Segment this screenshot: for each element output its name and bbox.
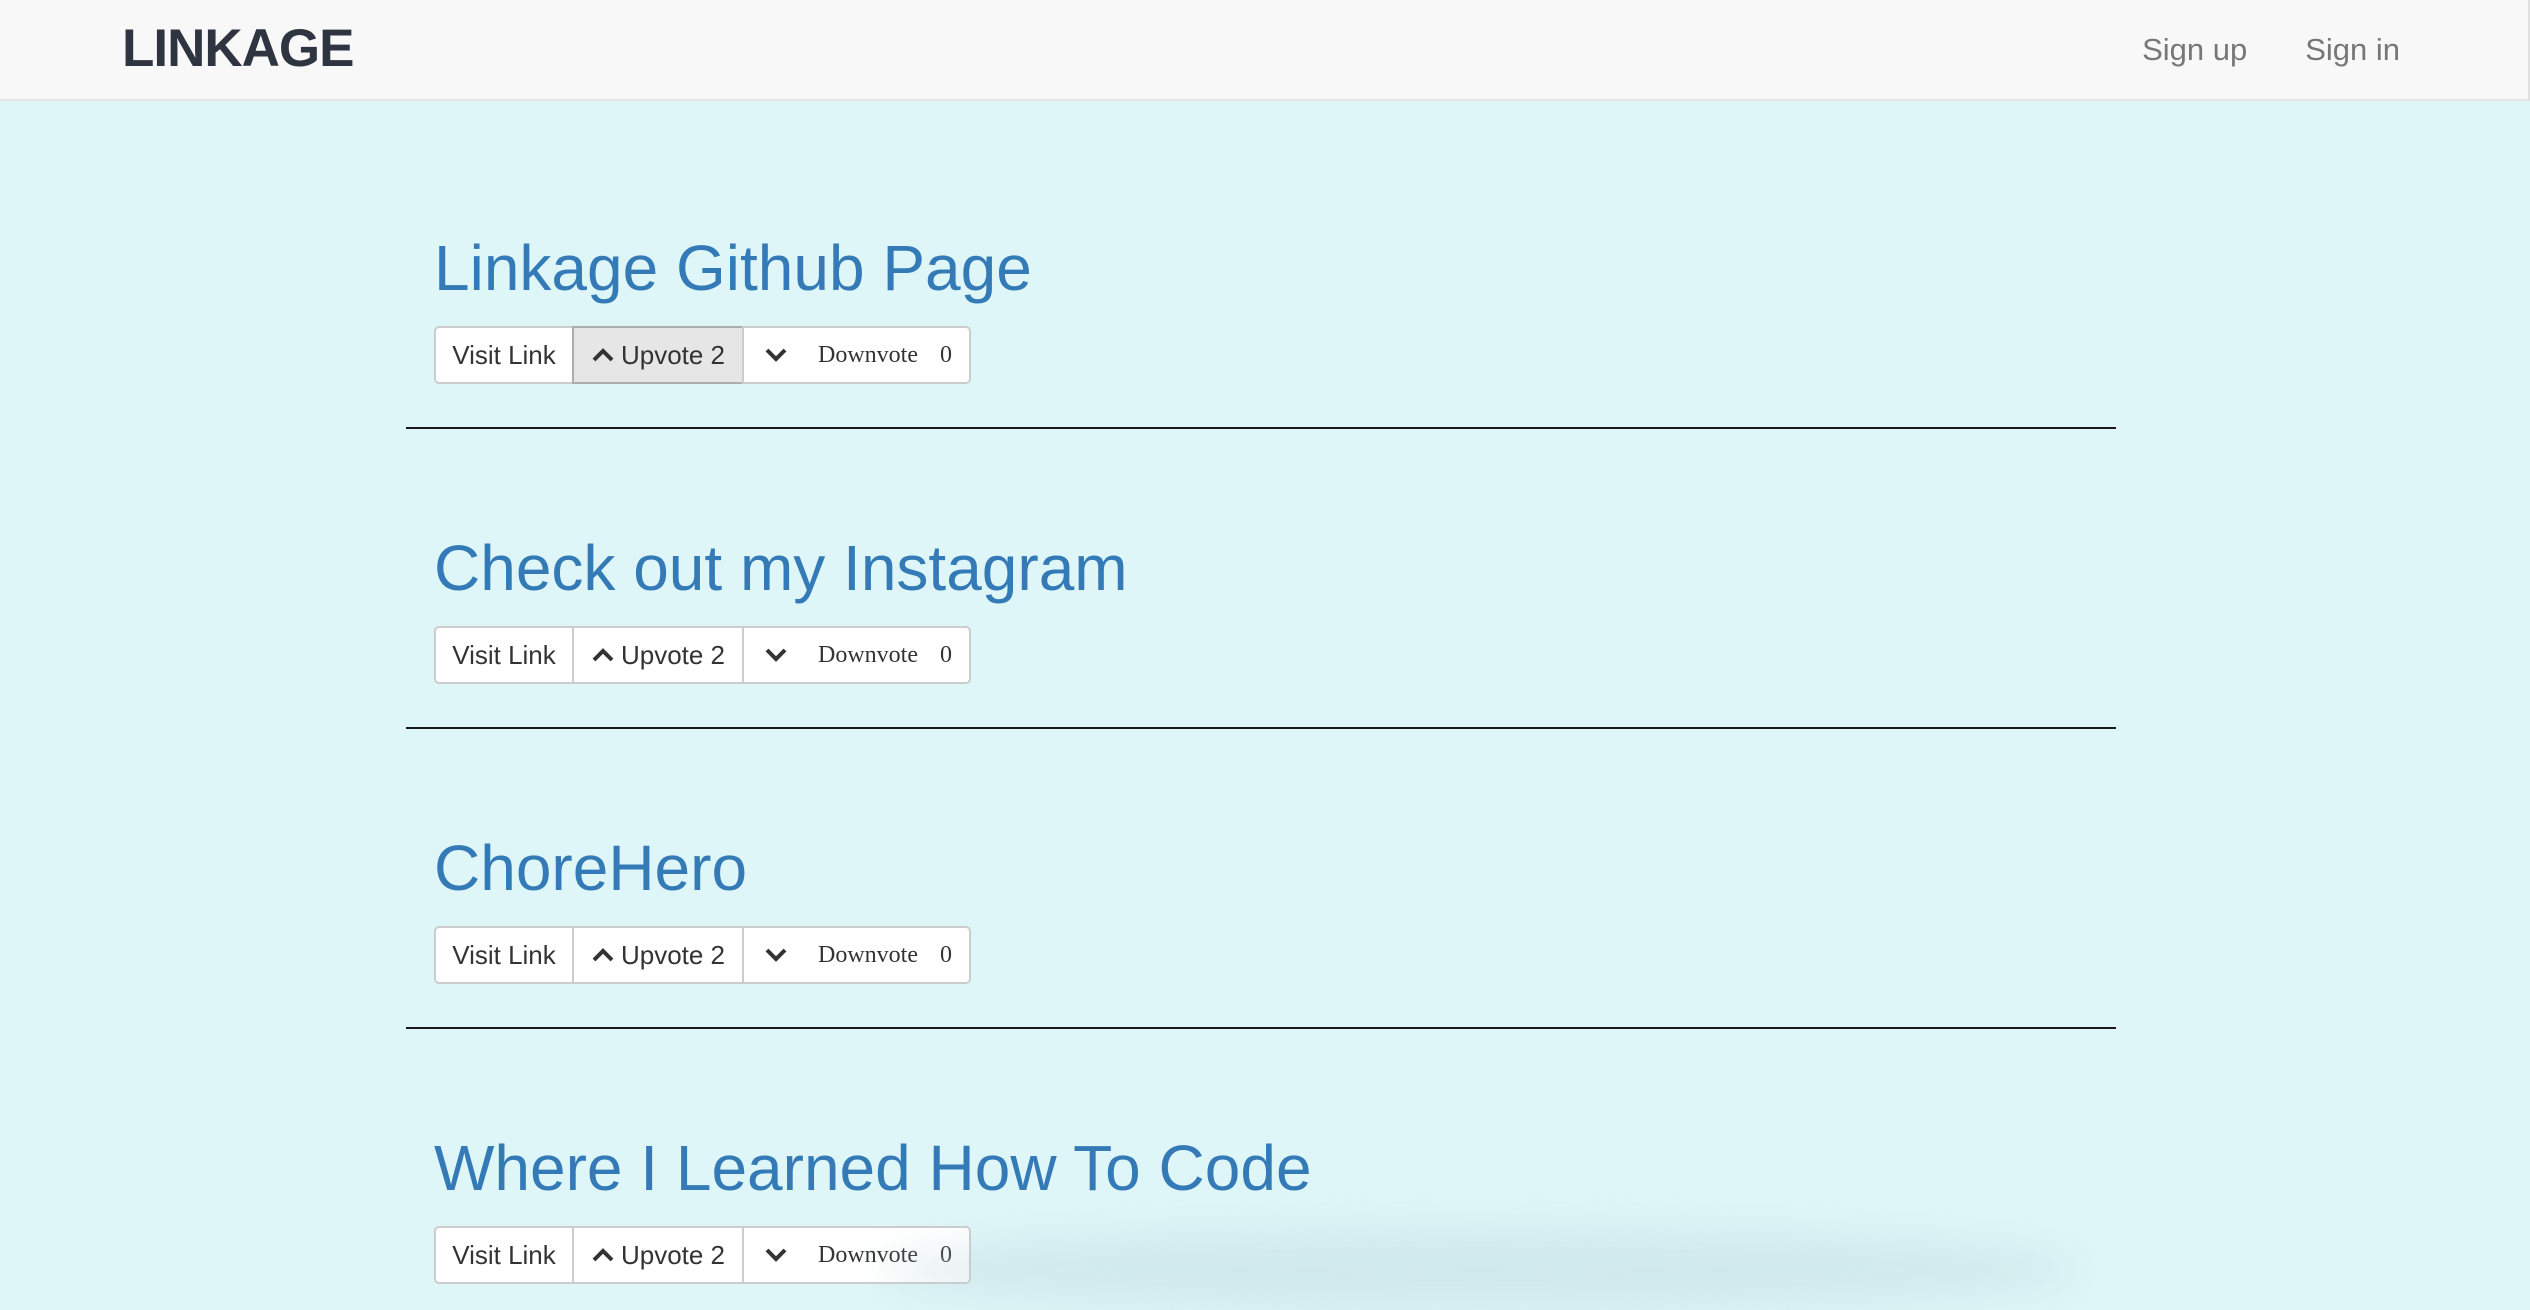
chevron-up-icon — [591, 343, 615, 367]
upvote-button[interactable]: Upvote 2 — [572, 1226, 744, 1284]
post-title[interactable]: Check out my Instagram — [434, 530, 1128, 606]
downvote-label: Downvote — [818, 941, 918, 968]
brand-logo[interactable]: LINKAGE — [122, 18, 354, 80]
nav-links: Sign up Sign in — [2084, 30, 2400, 70]
chevron-up-icon — [591, 1243, 615, 1267]
upvote-button[interactable]: Upvote 2 — [572, 626, 744, 684]
post-divider — [406, 427, 2116, 429]
upvote-label: Upvote 2 — [620, 639, 726, 670]
upvote-label: Upvote 2 — [620, 939, 726, 970]
downvote-label: Downvote — [818, 641, 918, 668]
visit-link-button[interactable]: Visit Link — [434, 926, 574, 984]
post-title[interactable]: Where I Learned How To Code — [434, 1130, 1312, 1206]
chevron-down-icon — [764, 643, 788, 667]
post-actions: Visit Link Upvote 2 Downvote 0 — [434, 626, 971, 684]
post-actions: Visit Link Upvote 2 Downvote 0 — [434, 926, 971, 984]
upvote-label: Upvote 2 — [620, 339, 726, 370]
chevron-up-icon — [591, 643, 615, 667]
chevron-up-icon — [591, 943, 615, 967]
post-actions: Visit Link Upvote 2 Downvote 0 — [434, 326, 971, 384]
sign-in-link[interactable]: Sign in — [2305, 30, 2400, 70]
chevron-down-icon — [764, 1243, 788, 1267]
upvote-button[interactable]: Upvote 2 — [572, 926, 744, 984]
bottom-shadow — [880, 1230, 2080, 1310]
post-divider — [406, 727, 2116, 729]
downvote-button[interactable]: Downvote 0 — [742, 926, 971, 984]
downvote-label: Downvote — [818, 341, 918, 368]
downvote-count: 0 — [939, 941, 952, 968]
downvote-count: 0 — [939, 641, 952, 668]
sign-up-link[interactable]: Sign up — [2142, 30, 2247, 70]
chevron-down-icon — [764, 343, 788, 367]
visit-link-button[interactable]: Visit Link — [434, 1226, 574, 1284]
post-title[interactable]: ChoreHero — [434, 830, 747, 906]
post-title[interactable]: Linkage Github Page — [434, 230, 1032, 306]
upvote-label: Upvote 2 — [620, 1239, 726, 1270]
visit-link-button[interactable]: Visit Link — [434, 626, 574, 684]
post-divider — [406, 1027, 2116, 1029]
chevron-down-icon — [764, 943, 788, 967]
downvote-button[interactable]: Downvote 0 — [742, 326, 971, 384]
downvote-button[interactable]: Downvote 0 — [742, 626, 971, 684]
visit-link-button[interactable]: Visit Link — [434, 326, 574, 384]
downvote-count: 0 — [939, 341, 952, 368]
navbar: LINKAGE Sign up Sign in — [0, 0, 2530, 101]
upvote-button[interactable]: Upvote 2 — [572, 326, 744, 384]
